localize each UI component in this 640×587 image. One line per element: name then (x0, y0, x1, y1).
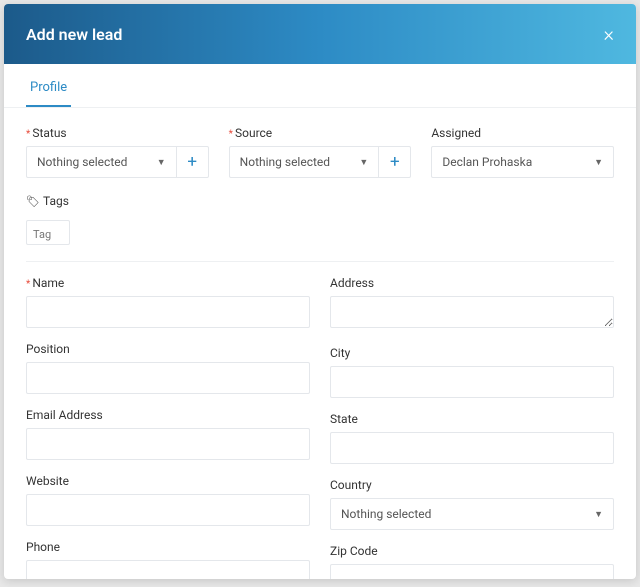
assigned-select[interactable]: Declan Prohaska▼ (431, 146, 614, 178)
tags-input[interactable] (33, 228, 63, 241)
tab-profile[interactable]: Profile (26, 68, 71, 107)
email-label: Email Address (26, 408, 310, 422)
phone-label: Phone (26, 540, 310, 554)
country-select[interactable]: Nothing selected▼ (330, 498, 614, 530)
tab-bar: Profile (4, 64, 636, 108)
tag-icon: 🏷 (26, 195, 40, 208)
plus-icon: + (187, 152, 197, 172)
tags-input-wrap[interactable] (26, 220, 70, 245)
form-content: *Status Nothing selected▼ + *Source Noth… (4, 108, 636, 579)
divider (26, 261, 614, 262)
modal-header: Add new lead × (4, 4, 636, 64)
name-label: *Name (26, 276, 310, 290)
address-label: Address (330, 276, 614, 290)
source-label: *Source (229, 126, 412, 140)
plus-icon: + (390, 152, 400, 172)
address-input[interactable] (330, 296, 614, 328)
email-input[interactable] (26, 428, 310, 460)
country-label: Country (330, 478, 614, 492)
assigned-label: Assigned (431, 126, 614, 140)
caret-down-icon: ▼ (157, 157, 166, 168)
caret-down-icon: ▼ (594, 509, 603, 520)
name-input[interactable] (26, 296, 310, 328)
add-status-button[interactable]: + (177, 146, 209, 178)
state-input[interactable] (330, 432, 614, 464)
website-label: Website (26, 474, 310, 488)
close-icon[interactable]: × (604, 22, 614, 46)
state-label: State (330, 412, 614, 426)
zip-label: Zip Code (330, 544, 614, 558)
status-select[interactable]: Nothing selected▼ (26, 146, 177, 178)
add-lead-modal: Add new lead × Profile *Status Nothing s… (4, 4, 636, 579)
add-source-button[interactable]: + (379, 146, 411, 178)
status-label: *Status (26, 126, 209, 140)
source-select[interactable]: Nothing selected▼ (229, 146, 380, 178)
zip-input[interactable] (330, 564, 614, 579)
position-input[interactable] (26, 362, 310, 394)
position-label: Position (26, 342, 310, 356)
caret-down-icon: ▼ (359, 157, 368, 168)
tags-label: 🏷Tags (26, 194, 614, 208)
phone-input[interactable] (26, 560, 310, 579)
city-label: City (330, 346, 614, 360)
website-input[interactable] (26, 494, 310, 526)
modal-title: Add new lead (26, 25, 122, 44)
city-input[interactable] (330, 366, 614, 398)
caret-down-icon: ▼ (594, 157, 603, 168)
